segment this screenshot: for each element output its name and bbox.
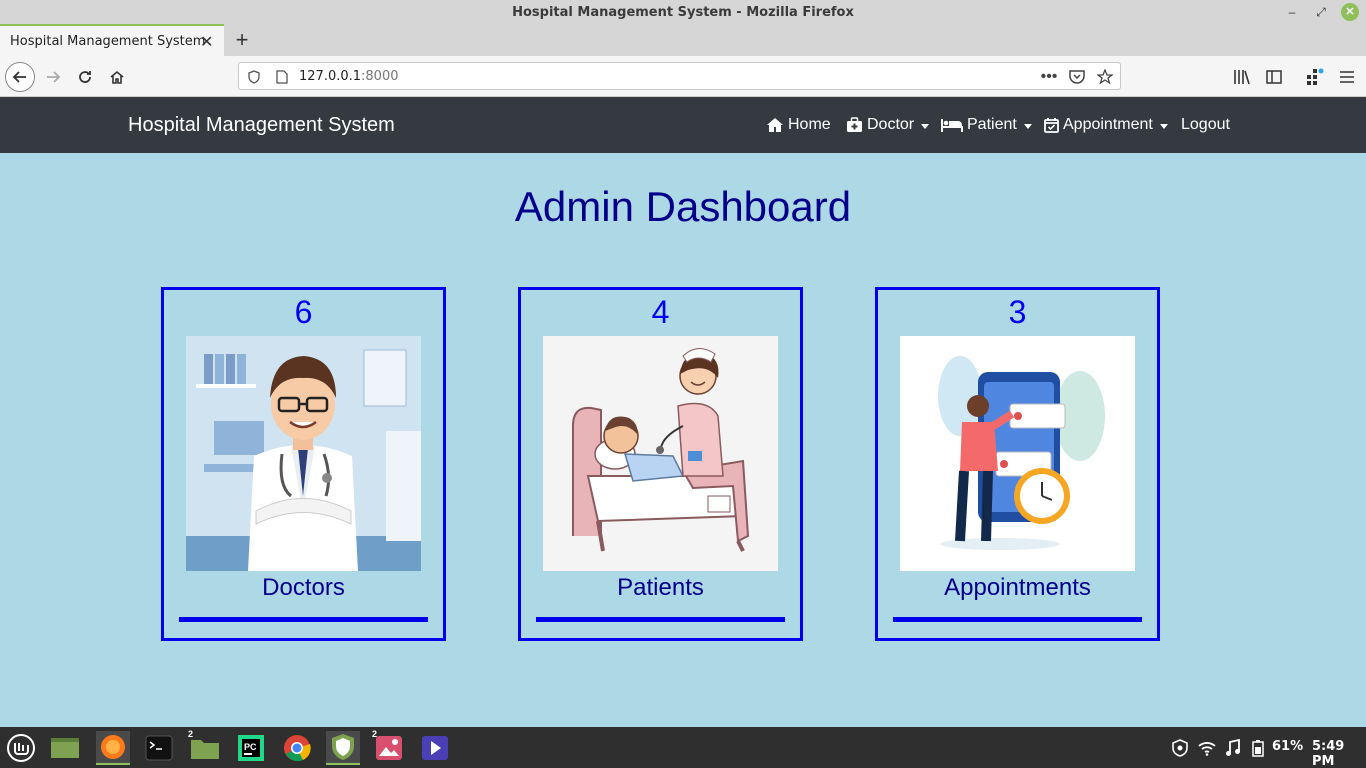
nav-home-label: Home bbox=[788, 116, 831, 133]
patients-count: 4 bbox=[651, 294, 670, 330]
doctors-card[interactable]: 6 Doctors bbox=[161, 287, 446, 641]
back-icon[interactable] bbox=[5, 62, 35, 92]
nav-patient-dropdown[interactable]: Patient bbox=[941, 116, 1032, 134]
taskbar: 2 PC 2 61% 5:49 PM bbox=[0, 727, 1366, 768]
nav-home[interactable]: Home bbox=[766, 116, 831, 134]
pocket-icon[interactable] bbox=[1068, 68, 1086, 86]
nav-appointment-label: Appointment bbox=[1063, 116, 1153, 133]
nav-doctor-dropdown[interactable]: Doctor bbox=[846, 116, 930, 134]
doctors-label: Doctors bbox=[262, 574, 345, 601]
media-player-icon[interactable] bbox=[418, 731, 452, 765]
calendar-check-icon bbox=[1044, 118, 1059, 133]
url-text: 127.0.0.1:8000 bbox=[299, 69, 399, 84]
card-underline bbox=[536, 617, 785, 622]
battery-icon[interactable] bbox=[1241, 731, 1275, 765]
image-viewer-window-count: 2 bbox=[372, 729, 378, 739]
forward-icon[interactable] bbox=[38, 62, 68, 92]
battery-percentage: 61% bbox=[1272, 739, 1304, 754]
chevron-down-icon bbox=[921, 123, 930, 129]
mint-menu-icon[interactable] bbox=[4, 731, 38, 765]
reload-icon[interactable] bbox=[70, 62, 100, 92]
card-underline bbox=[179, 617, 428, 622]
security-shield-taskbar-icon[interactable] bbox=[326, 731, 360, 765]
doctor-illustration bbox=[186, 336, 421, 571]
extensions-icon[interactable] bbox=[1304, 66, 1326, 88]
nurse-patient-illustration bbox=[543, 336, 778, 571]
close-window-icon[interactable]: ✕ bbox=[1341, 3, 1359, 21]
show-desktop-icon[interactable] bbox=[48, 731, 82, 765]
page-title: Admin Dashboard bbox=[514, 183, 852, 230]
files-window-count: 2 bbox=[188, 729, 194, 739]
home-icon bbox=[767, 118, 783, 132]
maximize-icon[interactable]: ⤢ bbox=[1312, 3, 1330, 21]
window-title: Hospital Management System - Mozilla Fir… bbox=[512, 5, 854, 20]
nav-doctor-label: Doctor bbox=[867, 116, 915, 133]
files-icon[interactable]: 2 bbox=[188, 729, 222, 765]
shield-icon[interactable] bbox=[245, 68, 263, 86]
appointments-label: Appointments bbox=[944, 574, 1091, 601]
clock[interactable]: 5:49 PM bbox=[1312, 739, 1366, 768]
close-tab-icon[interactable]: ✕ bbox=[200, 32, 213, 52]
more-actions-icon[interactable]: ••• bbox=[1040, 68, 1058, 86]
nav-logout[interactable]: Logout bbox=[1181, 116, 1230, 134]
menu-icon[interactable] bbox=[1336, 66, 1358, 88]
window-titlebar: Hospital Management System - Mozilla Fir… bbox=[0, 0, 1366, 24]
address-bar[interactable]: 127.0.0.1:8000 ••• bbox=[238, 62, 1121, 90]
page-info-icon[interactable] bbox=[273, 68, 291, 86]
card-underline bbox=[893, 617, 1142, 622]
brand-title[interactable]: Hospital Management System bbox=[128, 114, 395, 137]
site-navbar: Hospital Management System Home Doctor P… bbox=[0, 97, 1366, 153]
firefox-taskbar-icon[interactable] bbox=[96, 731, 130, 765]
nav-patient-label: Patient bbox=[967, 116, 1017, 133]
browser-tab[interactable]: Hospital Management System ✕ bbox=[0, 24, 224, 56]
patients-card[interactable]: 4 Patients bbox=[518, 287, 803, 641]
appointments-card[interactable]: 3 Appointments bbox=[875, 287, 1160, 641]
home-icon[interactable] bbox=[102, 62, 132, 92]
minimize-icon[interactable]: – bbox=[1283, 3, 1301, 21]
browser-toolbar: 127.0.0.1:8000 ••• bbox=[0, 56, 1366, 97]
appointment-illustration bbox=[900, 336, 1135, 571]
appointments-count: 3 bbox=[1008, 294, 1027, 330]
sidebar-icon[interactable] bbox=[1263, 66, 1285, 88]
medkit-icon bbox=[847, 117, 862, 132]
bookmark-star-icon[interactable] bbox=[1096, 68, 1114, 86]
new-tab-icon[interactable]: + bbox=[230, 27, 254, 53]
tab-title: Hospital Management System bbox=[10, 34, 206, 49]
bed-icon bbox=[941, 119, 963, 132]
nav-logout-label: Logout bbox=[1181, 116, 1230, 133]
patients-label: Patients bbox=[617, 574, 704, 601]
library-icon[interactable] bbox=[1231, 66, 1253, 88]
chevron-down-icon bbox=[1159, 123, 1168, 129]
doctors-count: 6 bbox=[294, 294, 313, 330]
image-viewer-icon[interactable]: 2 bbox=[372, 729, 406, 765]
svg-text:PC: PC bbox=[244, 742, 257, 752]
chrome-icon[interactable] bbox=[280, 731, 314, 765]
chevron-down-icon bbox=[1023, 123, 1032, 129]
pycharm-icon[interactable]: PC bbox=[234, 731, 268, 765]
terminal-icon[interactable] bbox=[142, 731, 176, 765]
tab-bar: Hospital Management System ✕ + bbox=[0, 24, 1366, 56]
nav-appointment-dropdown[interactable]: Appointment bbox=[1044, 116, 1168, 134]
